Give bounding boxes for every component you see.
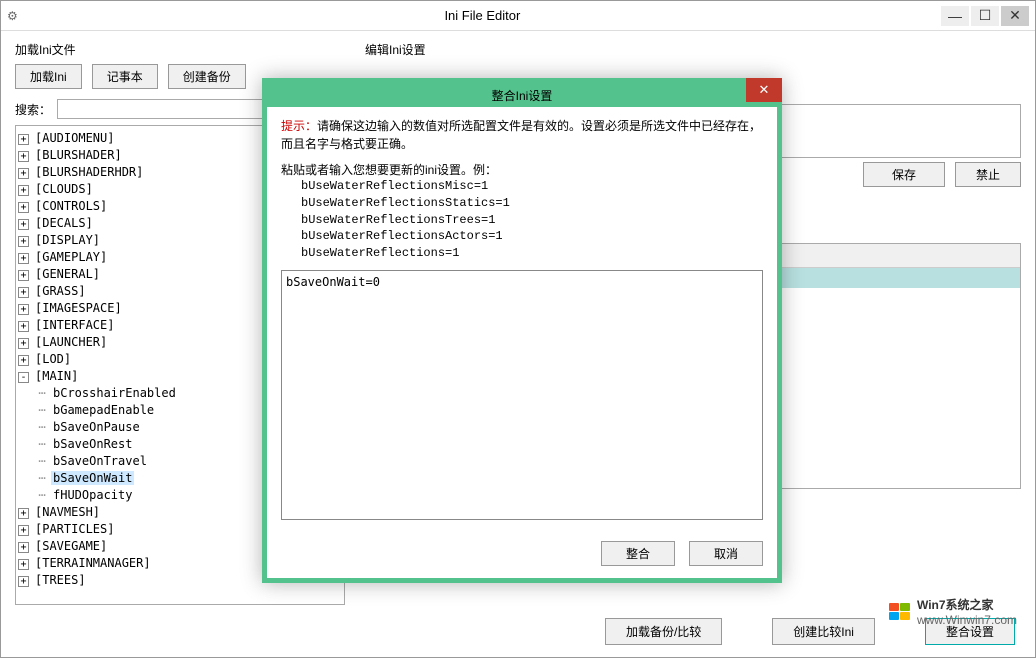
dialog-button-row: 整合 取消 (267, 533, 777, 578)
maximize-button[interactable]: ☐ (971, 6, 999, 26)
tree-section-label[interactable]: [TREES] (33, 573, 88, 587)
expand-icon[interactable]: + (18, 236, 29, 247)
tree-section-label[interactable]: [GENERAL] (33, 267, 102, 281)
dialog-titlebar: 整合Ini设置 ✕ (267, 83, 777, 107)
tree-item-label[interactable]: bSaveOnTravel (51, 454, 149, 468)
settings-textarea[interactable] (281, 270, 763, 520)
tree-item-label[interactable]: bSaveOnRest (51, 437, 134, 451)
dialog-close-button[interactable]: ✕ (746, 78, 782, 102)
gear-icon: ⚙ (7, 9, 18, 23)
close-button[interactable]: ✕ (1001, 6, 1029, 26)
expand-icon[interactable]: + (18, 338, 29, 349)
example-line: bUseWaterReflectionsStatics=1 (301, 195, 763, 212)
watermark-title: Win7系统之家 (917, 598, 994, 612)
expand-icon[interactable]: + (18, 168, 29, 179)
hint-text: 提示：请确保这边输入的数值对所选配置文件是有效的。设置必须是所选文件中已经存在，… (281, 117, 763, 153)
tree-section-label[interactable]: [PARTICLES] (33, 522, 116, 536)
tree-section-label[interactable]: [TERRAINMANAGER] (33, 556, 153, 570)
search-label: 搜索： (15, 101, 51, 118)
example-line: bUseWaterReflectionsTrees=1 (301, 212, 763, 229)
tree-section-label[interactable]: [GRASS] (33, 284, 88, 298)
integrate-dialog: 整合Ini设置 ✕ 提示：请确保这边输入的数值对所选配置文件是有效的。设置必须是… (262, 78, 782, 583)
tree-item-label[interactable]: bSaveOnWait (51, 471, 134, 485)
cancel-button[interactable]: 取消 (689, 541, 763, 566)
tree-section-label[interactable]: [BLURSHADERHDR] (33, 165, 145, 179)
expand-icon[interactable]: + (18, 134, 29, 145)
example-line: bUseWaterReflectionsActors=1 (301, 228, 763, 245)
expand-icon[interactable]: + (18, 304, 29, 315)
watermark-url: www.Winwin7.com (917, 613, 1017, 627)
load-ini-button[interactable]: 加载Ini (15, 64, 82, 89)
tree-section-label[interactable]: [LOD] (33, 352, 73, 366)
expand-icon[interactable]: + (18, 559, 29, 570)
expand-icon[interactable]: + (18, 151, 29, 162)
expand-icon[interactable]: + (18, 185, 29, 196)
expand-icon[interactable]: + (18, 287, 29, 298)
expand-icon[interactable]: + (18, 202, 29, 213)
expand-icon[interactable]: + (18, 270, 29, 281)
expand-icon[interactable]: + (18, 219, 29, 230)
tree-section-label[interactable]: [CLOUDS] (33, 182, 95, 196)
watermark: Win7系统之家 www.Winwin7.com (889, 596, 1017, 627)
tree-section-label[interactable]: [IMAGESPACE] (33, 301, 124, 315)
stop-button[interactable]: 禁止 (955, 162, 1021, 187)
expand-icon[interactable]: + (18, 253, 29, 264)
integrate-button[interactable]: 整合 (601, 541, 675, 566)
tree-section-label[interactable]: [DISPLAY] (33, 233, 102, 247)
tree-section-label[interactable]: [INTERFACE] (33, 318, 116, 332)
tree-section-label[interactable]: [SAVEGAME] (33, 539, 109, 553)
tree-section-label[interactable]: [DECALS] (33, 216, 95, 230)
tree-section-label[interactable]: [NAVMESH] (33, 505, 102, 519)
window-title: Ini File Editor (26, 8, 939, 23)
load-group-title: 加载Ini文件 (15, 41, 345, 58)
load-backup-compare-button[interactable]: 加载备份/比较 (605, 618, 722, 645)
expand-icon[interactable]: + (18, 321, 29, 332)
expand-icon[interactable]: + (18, 355, 29, 366)
tree-item-label[interactable]: fHUDOpacity (51, 488, 134, 502)
expand-icon[interactable]: + (18, 576, 29, 587)
minimize-button[interactable]: — (941, 6, 969, 26)
example-line: bUseWaterReflections=1 (301, 245, 763, 262)
create-compare-ini-button[interactable]: 创建比较Ini (772, 618, 875, 645)
tree-section-label[interactable]: [MAIN] (33, 369, 80, 383)
windows-flag-icon (889, 603, 913, 621)
tree-item-label[interactable]: bCrosshairEnabled (51, 386, 178, 400)
tree-item-label[interactable]: bSaveOnPause (51, 420, 142, 434)
tree-section-label[interactable]: [GAMEPLAY] (33, 250, 109, 264)
hint-body: 请确保这边输入的数值对所选配置文件是有效的。设置必须是所选文件中已经存在，而且名… (281, 119, 761, 151)
save-button[interactable]: 保存 (863, 162, 945, 187)
dialog-title: 整合Ini设置 (492, 87, 553, 104)
tree-section-label[interactable]: [LAUNCHER] (33, 335, 109, 349)
paste-label: 粘贴或者输入您想要更新的ini设置。例： (281, 161, 763, 178)
tree-section-label[interactable]: [CONTROLS] (33, 199, 109, 213)
edit-group-title: 编辑Ini设置 (365, 41, 1021, 58)
example-block: bUseWaterReflectionsMisc=1bUseWaterRefle… (301, 178, 763, 262)
collapse-icon[interactable]: - (18, 372, 29, 383)
create-backup-button[interactable]: 创建备份 (168, 64, 246, 89)
expand-icon[interactable]: + (18, 525, 29, 536)
tree-section-label[interactable]: [BLURSHADER] (33, 148, 124, 162)
notepad-button[interactable]: 记事本 (92, 64, 158, 89)
dialog-body: 提示：请确保这边输入的数值对所选配置文件是有效的。设置必须是所选文件中已经存在，… (267, 107, 777, 533)
tree-item-label[interactable]: bGamepadEnable (51, 403, 156, 417)
expand-icon[interactable]: + (18, 508, 29, 519)
example-line: bUseWaterReflectionsMisc=1 (301, 178, 763, 195)
hint-prefix: 提示： (281, 119, 317, 133)
tree-section-label[interactable]: [AUDIOMENU] (33, 131, 116, 145)
expand-icon[interactable]: + (18, 542, 29, 553)
titlebar: ⚙ Ini File Editor — ☐ ✕ (1, 1, 1035, 31)
